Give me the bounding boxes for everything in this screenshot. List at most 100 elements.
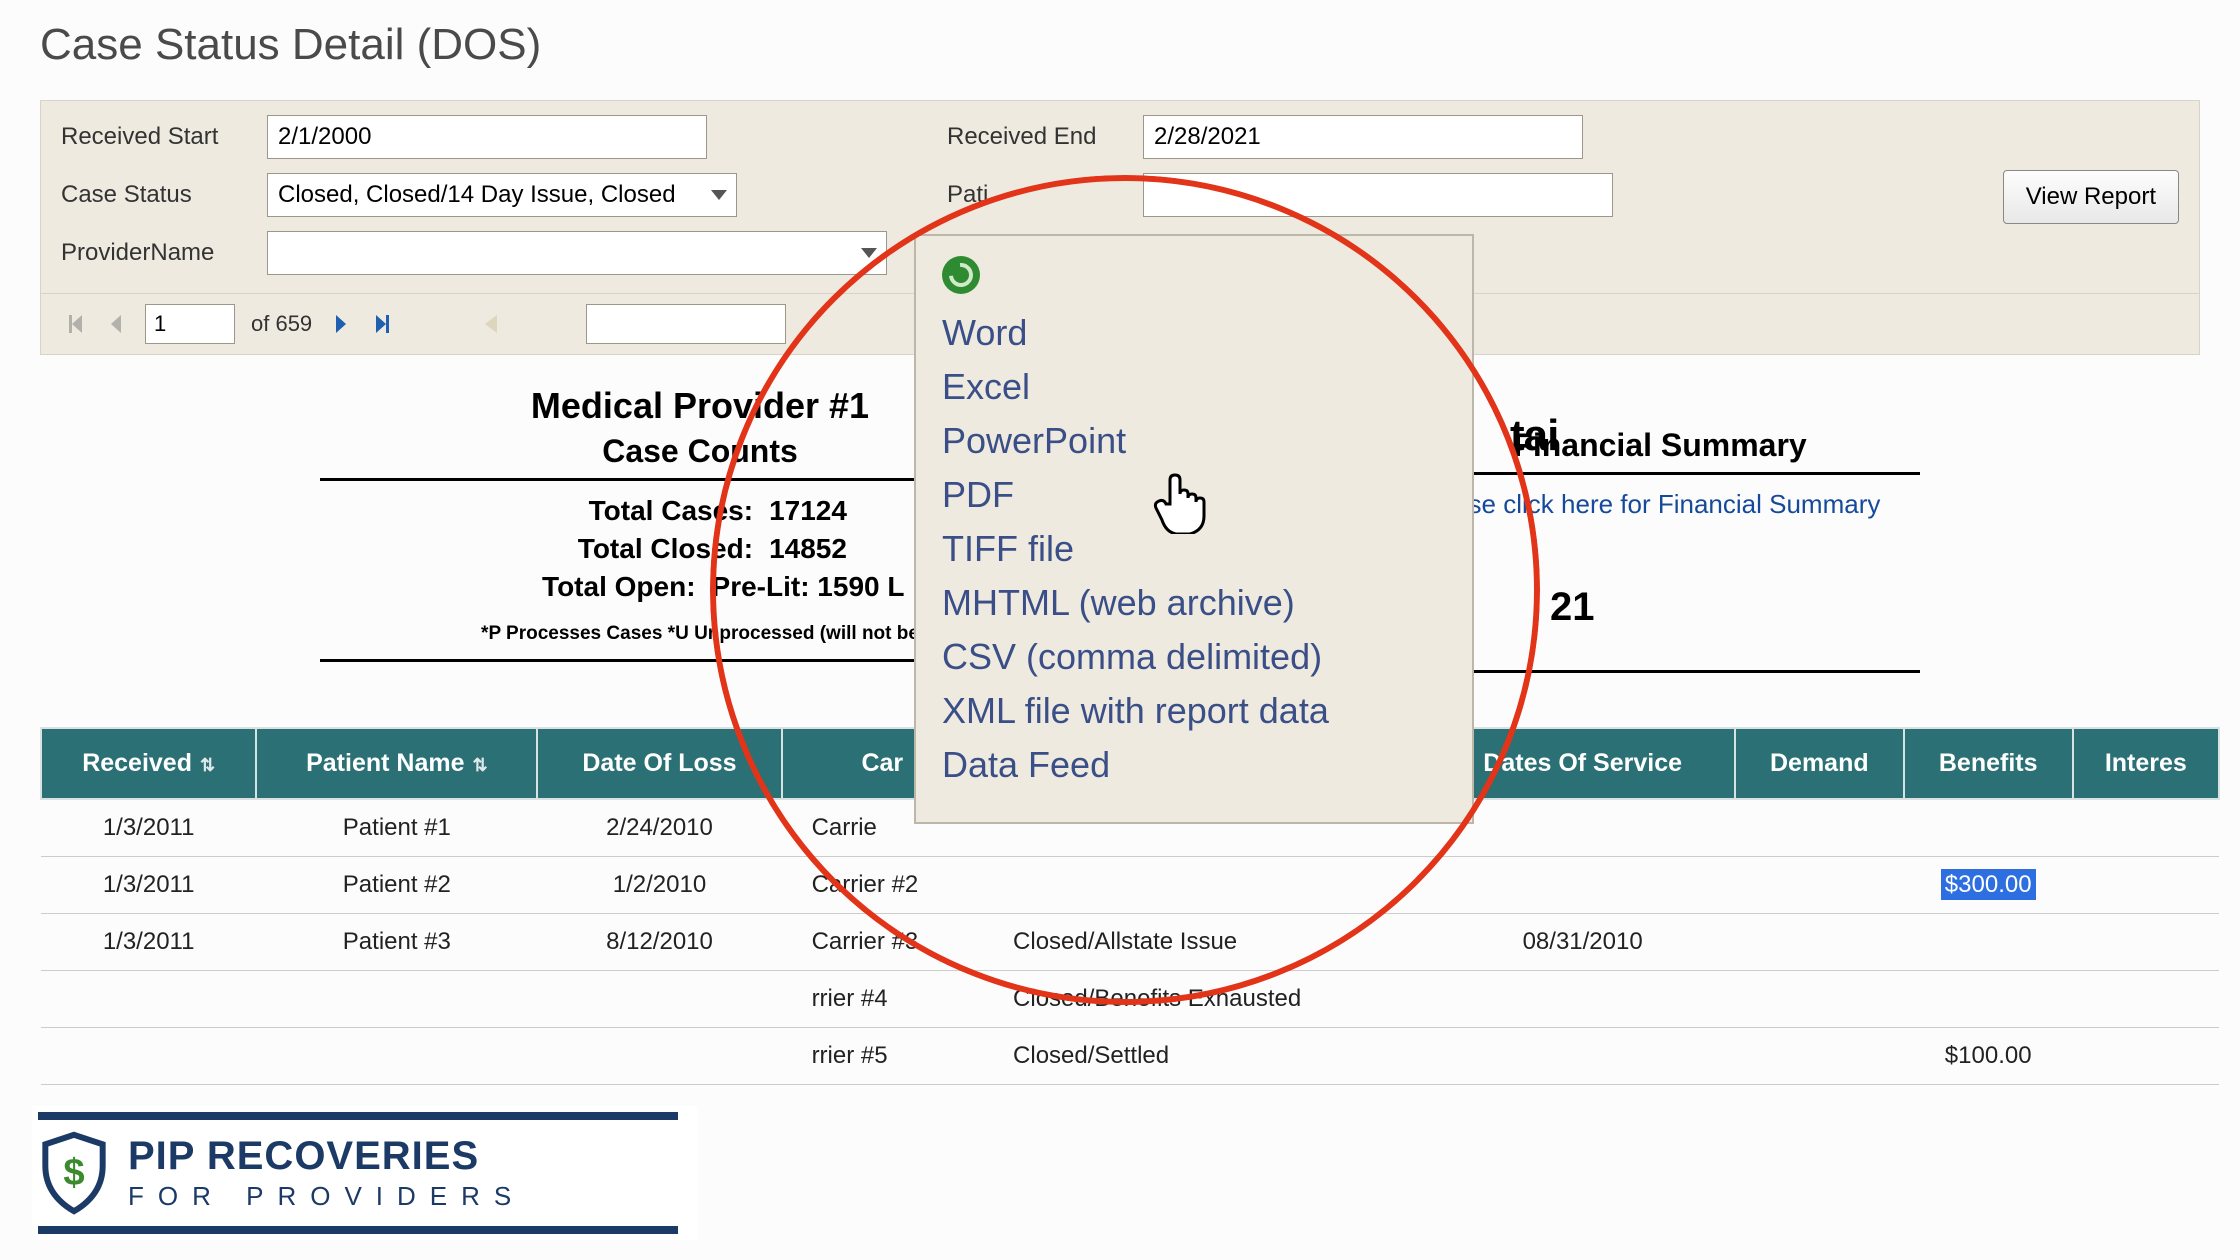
table-row[interactable]: rrier #5Closed/Settled $100.00 (41, 1028, 2219, 1085)
pager-search-input[interactable] (586, 304, 786, 344)
export-option[interactable]: CSV (comma delimited) (942, 636, 1446, 678)
total-cases-label: Total Cases: (553, 495, 753, 527)
export-option[interactable]: XML file with report data (942, 690, 1446, 732)
table-cell (1430, 1028, 1734, 1085)
table-cell: 2/24/2010 (537, 799, 781, 857)
table-cell (983, 857, 1430, 914)
svg-text:$: $ (63, 1151, 84, 1194)
table-cell: 1/3/2011 (41, 857, 256, 914)
table-cell: 1/3/2011 (41, 799, 256, 857)
table-cell (2073, 971, 2219, 1028)
table-row[interactable]: 1/3/2011Patient #21/2/2010Carrier #2 $300… (41, 857, 2219, 914)
export-option[interactable]: Excel (942, 366, 1446, 408)
financial-heading: Financial Summary (1400, 427, 1920, 464)
column-header[interactable]: Patient Name⇅ (256, 728, 537, 799)
table-cell (1430, 857, 1734, 914)
logo-line1: PIP RECOVERIES (128, 1134, 525, 1179)
table-cell: 1/3/2011 (41, 914, 256, 971)
pager-next-button[interactable] (328, 309, 354, 339)
provider-name-label: ProviderName (61, 239, 251, 267)
column-header[interactable]: Date Of Loss (537, 728, 781, 799)
export-option[interactable]: PowerPoint (942, 420, 1446, 462)
received-start-label: Received Start (61, 123, 251, 151)
export-menu: Word Excel PowerPoint PDF TIFF file MHTML (we… (914, 234, 1474, 824)
shield-icon: $ (38, 1130, 110, 1216)
pager-back-button[interactable] (478, 309, 504, 339)
table-cell: Closed/Settled (983, 1028, 1430, 1085)
sort-icon[interactable]: ⇅ (200, 755, 215, 776)
table-cell (1735, 799, 1904, 857)
column-header[interactable]: Received⇅ (41, 728, 256, 799)
table-cell: Patient #3 (256, 914, 537, 971)
logo-line2: FOR PROVIDERS (128, 1181, 525, 1212)
table-cell: 8/12/2010 (537, 914, 781, 971)
column-header[interactable]: Interes (2073, 728, 2219, 799)
table-cell: $300.00 (1904, 857, 2073, 914)
table-cell (41, 1028, 256, 1085)
table-row[interactable]: rrier #4Closed/Benefits Exhausted (41, 971, 2219, 1028)
table-cell: Carrier #2 (782, 857, 983, 914)
provider-name-select[interactable] (267, 231, 887, 275)
table-cell (537, 971, 781, 1028)
view-report-button[interactable]: View Report (2003, 170, 2179, 224)
pager-page-input[interactable] (145, 304, 235, 344)
pager-first-button[interactable] (61, 309, 87, 339)
obscured-fragment-21: 21 (1550, 585, 1595, 630)
table-row[interactable]: 1/3/2011Patient #38/12/2010Carrier #3Clo… (41, 914, 2219, 971)
table-cell: 1/2/2010 (537, 857, 781, 914)
table-cell (41, 971, 256, 1028)
export-option[interactable]: Data Feed (942, 744, 1446, 786)
refresh-icon[interactable] (942, 256, 980, 294)
table-cell: Carrier #3 (782, 914, 983, 971)
table-cell (1904, 971, 2073, 1028)
table-cell (1735, 914, 1904, 971)
export-option[interactable]: Word (942, 312, 1446, 354)
table-cell (2073, 1028, 2219, 1085)
patient-input[interactable] (1143, 173, 1613, 217)
pager-last-button[interactable] (370, 309, 396, 339)
table-cell: Patient #2 (256, 857, 537, 914)
export-option[interactable]: TIFF file (942, 528, 1446, 570)
total-open-label: Total Open: (496, 571, 696, 603)
total-cases-value: 17124 (769, 495, 847, 527)
case-status-select[interactable] (267, 173, 737, 217)
table-cell: rrier #4 (782, 971, 983, 1028)
total-open-value: Pre-Lit: 1590 L (712, 571, 905, 603)
column-header[interactable]: Benefits (1904, 728, 2073, 799)
table-cell (1904, 914, 2073, 971)
table-cell (1735, 971, 1904, 1028)
table-cell (1904, 799, 2073, 857)
column-header[interactable]: Dates Of Service (1430, 728, 1734, 799)
table-cell (256, 971, 537, 1028)
table-cell (1735, 857, 1904, 914)
received-start-input[interactable] (267, 115, 707, 159)
received-end-label: Received End (947, 123, 1127, 151)
total-closed-label: Total Closed: (553, 533, 753, 565)
pager-of-label: of 659 (251, 311, 312, 337)
received-end-input[interactable] (1143, 115, 1583, 159)
table-cell (1430, 799, 1734, 857)
table-cell (1430, 971, 1734, 1028)
export-option[interactable]: MHTML (web archive) (942, 582, 1446, 624)
table-cell (537, 1028, 781, 1085)
column-header[interactable]: Demand (1735, 728, 1904, 799)
table-cell: $100.00 (1904, 1028, 2073, 1085)
brand-logo: $ PIP RECOVERIES FOR PROVIDERS (32, 1106, 698, 1240)
patient-label: Pati (947, 181, 1127, 209)
table-cell (2073, 914, 2219, 971)
table-cell (1735, 1028, 1904, 1085)
sort-icon[interactable]: ⇅ (472, 755, 487, 776)
table-cell (256, 1028, 537, 1085)
pager-prev-button[interactable] (103, 309, 129, 339)
financial-summary-link[interactable]: ease click here for Financial Summary (1440, 489, 1881, 519)
table-cell: Closed/Allstate Issue (983, 914, 1430, 971)
case-status-label: Case Status (61, 181, 251, 209)
table-cell: Closed/Benefits Exhausted (983, 971, 1430, 1028)
table-cell (2073, 799, 2219, 857)
export-option[interactable]: PDF (942, 474, 1446, 516)
page-title: Case Status Detail (DOS) (40, 0, 2200, 100)
table-cell: 08/31/2010 (1430, 914, 1734, 971)
table-cell: rrier #5 (782, 1028, 983, 1085)
table-cell: Patient #1 (256, 799, 537, 857)
table-cell (2073, 857, 2219, 914)
